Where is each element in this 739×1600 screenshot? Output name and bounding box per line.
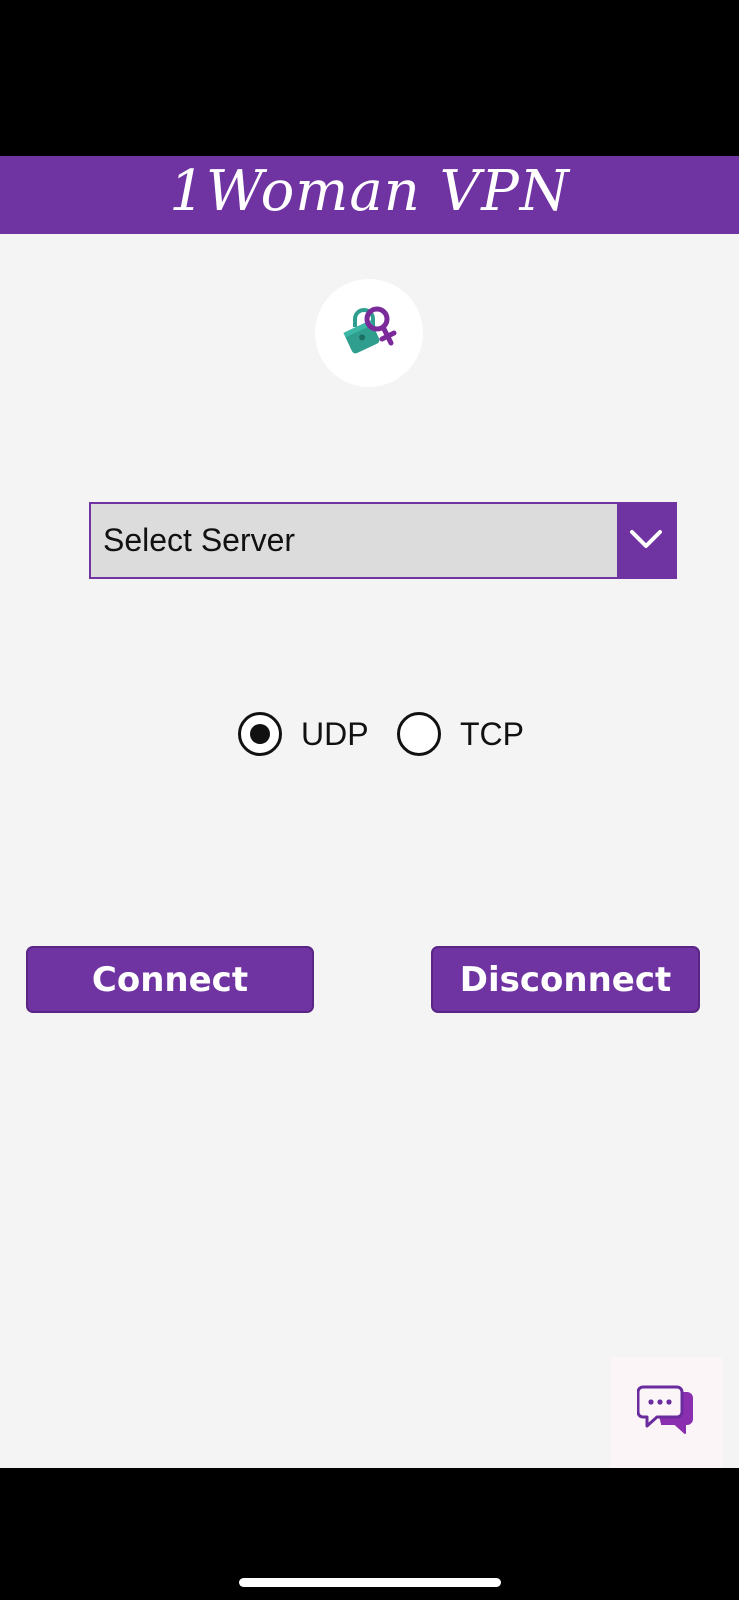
- app-logo: [315, 279, 423, 387]
- chevron-down-icon: [630, 530, 662, 548]
- status-bar: [0, 0, 739, 156]
- lock-female-symbol-icon: [343, 306, 397, 354]
- disconnect-button[interactable]: Disconnect: [431, 946, 700, 1013]
- radio-button-udp[interactable]: [238, 712, 282, 756]
- radio-button-tcp[interactable]: [397, 712, 441, 756]
- server-select-toggle[interactable]: [617, 504, 675, 577]
- radio-selected-dot: [250, 724, 270, 744]
- app-screen: 1Woman VPN Select Server UDP TCP Connect…: [0, 0, 739, 1600]
- chat-button[interactable]: [610, 1357, 722, 1468]
- app-header: 1Woman VPN: [0, 156, 739, 234]
- connect-button[interactable]: Connect: [26, 946, 314, 1013]
- chat-bubbles-icon: [637, 1385, 693, 1434]
- radio-label-tcp: TCP: [460, 716, 524, 752]
- server-select-value: Select Server: [103, 522, 296, 558]
- radio-tcp[interactable]: TCP: [397, 711, 524, 757]
- server-select[interactable]: Select Server: [89, 502, 677, 579]
- home-indicator[interactable]: [239, 1578, 501, 1587]
- radio-udp[interactable]: UDP: [238, 711, 373, 757]
- app-title: 1Woman VPN: [169, 159, 570, 224]
- bottom-bar: [0, 1468, 739, 1600]
- radio-label-udp: UDP: [301, 716, 369, 752]
- main-content: Select Server UDP TCP Connect Disconnect: [0, 234, 739, 1468]
